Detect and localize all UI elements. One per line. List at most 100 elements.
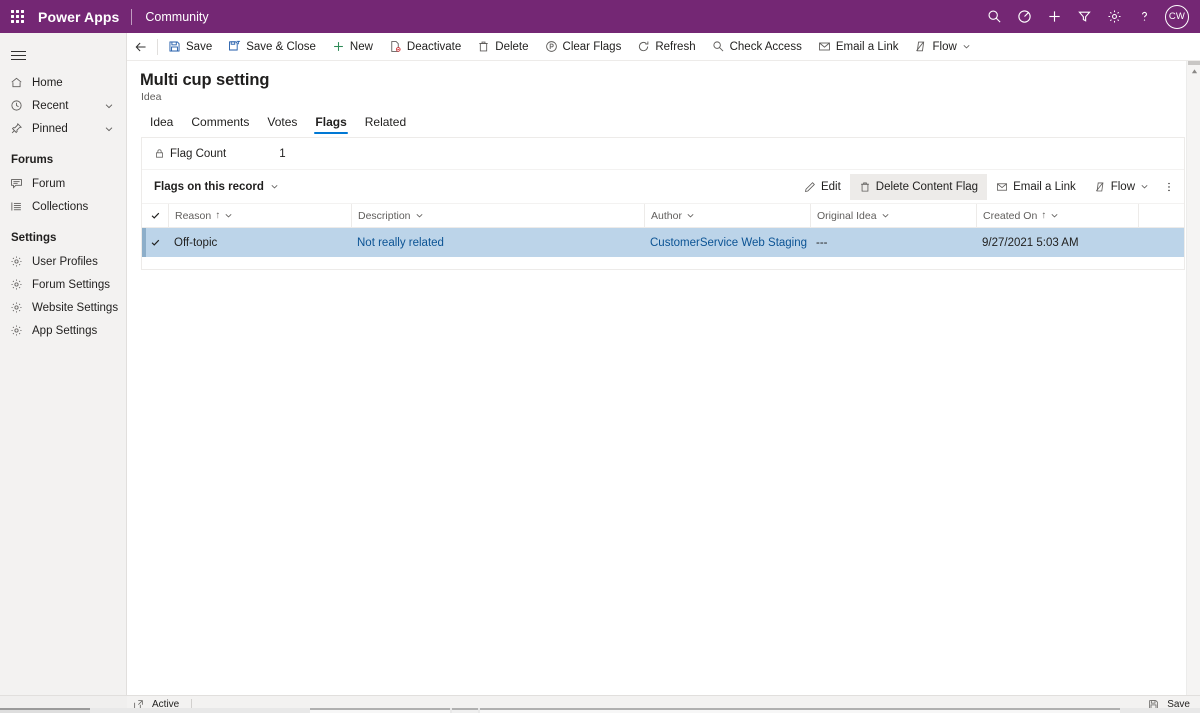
save-and-close-button[interactable]: Save & Close [220, 33, 324, 61]
chevron-down-icon[interactable] [415, 211, 424, 220]
scroll-up-arrow-icon[interactable] [1187, 65, 1200, 77]
sidebar-item-forum[interactable]: Forum [0, 172, 126, 195]
overflow-menu-icon[interactable] [1158, 174, 1180, 200]
sidebar-item-collections[interactable]: Collections [0, 195, 126, 218]
sidebar-item-label: Recent [32, 99, 69, 112]
tab-related[interactable]: Related [356, 115, 415, 135]
filter-icon[interactable] [1069, 0, 1099, 33]
cell-description[interactable]: Not really related [351, 228, 644, 257]
column-header-author[interactable]: Author [644, 203, 810, 228]
column-header-description[interactable]: Description [351, 203, 644, 228]
os-taskbar-item[interactable] [452, 708, 478, 713]
sidebar-item-label: Forum [32, 177, 66, 190]
chevron-down-icon[interactable] [1140, 182, 1149, 191]
check-access-button[interactable]: Check Access [704, 33, 810, 61]
delete-label: Delete [495, 40, 529, 53]
chevron-down-icon[interactable] [881, 211, 890, 220]
chevron-down-icon[interactable] [962, 42, 971, 51]
sidebar-item-app-settings[interactable]: App Settings [0, 319, 126, 342]
home-icon [10, 76, 27, 89]
os-taskbar-item[interactable] [480, 708, 1120, 713]
column-header-original-idea[interactable]: Original Idea [810, 203, 976, 228]
save-close-icon [228, 40, 241, 53]
chevron-down-icon[interactable] [686, 211, 695, 220]
scrollbar-thumb[interactable] [1188, 61, 1200, 65]
sidebar-item-website-settings[interactable]: Website Settings [0, 296, 126, 319]
chevron-down-icon[interactable] [104, 124, 114, 134]
tab-flags[interactable]: Flags [306, 115, 355, 135]
subgrid-email-a-link-button[interactable]: Email a Link [987, 174, 1085, 200]
sidebar-item-forum-settings[interactable]: Forum Settings [0, 273, 126, 296]
app-name[interactable]: Community [132, 10, 208, 24]
sidebar-item-user-profiles[interactable]: User Profiles [0, 250, 126, 273]
sidebar-item-label: Home [32, 76, 63, 89]
gear-icon[interactable] [1099, 0, 1129, 33]
subgrid-command-bar: Edit Delete Content Flag Email a Link Fl… [795, 173, 1184, 200]
cell-author[interactable]: CustomerService Web Staging [644, 228, 810, 257]
help-icon[interactable] [1129, 0, 1159, 33]
chevron-down-icon[interactable] [224, 211, 233, 220]
clear-flags-button[interactable]: Clear Flags [537, 33, 630, 61]
column-header-label: Author [651, 209, 682, 222]
vertical-scrollbar[interactable] [1186, 61, 1200, 695]
subgrid-email-a-link-label: Email a Link [1013, 180, 1076, 193]
plus-icon [332, 40, 345, 53]
sidebar-item-label: Pinned [32, 122, 68, 135]
sidebar: Home Recent Pinned Forums Forum Collecti… [0, 33, 127, 695]
chevron-down-icon[interactable] [1050, 211, 1059, 220]
table-row[interactable]: Off-topic Not really related CustomerSer… [142, 228, 1184, 257]
save-icon [168, 40, 181, 53]
email-link-icon [818, 40, 831, 53]
email-a-link-button[interactable]: Email a Link [810, 33, 907, 61]
tab-idea[interactable]: Idea [141, 115, 182, 135]
command-divider [157, 38, 158, 55]
avatar[interactable]: CW [1165, 4, 1189, 29]
page-subtitle: Idea [141, 91, 162, 103]
select-all-checkbox[interactable] [142, 210, 168, 221]
subgrid-title-label: Flags on this record [154, 180, 264, 193]
save-label: Save [186, 40, 213, 53]
app-launcher-button[interactable] [0, 0, 34, 33]
flow-button[interactable]: Flow [906, 33, 978, 61]
target-icon[interactable] [1009, 0, 1039, 33]
deactivate-icon [389, 40, 402, 53]
sidebar-group-forums: Forums [11, 154, 54, 166]
refresh-button[interactable]: Refresh [629, 33, 703, 61]
chevron-down-icon[interactable] [270, 182, 279, 191]
column-header-reason[interactable]: Reason ↑ [168, 203, 351, 228]
edit-icon [804, 181, 816, 193]
sidebar-item-label: Collections [32, 200, 89, 213]
sidebar-item-home[interactable]: Home [0, 71, 126, 94]
subgrid-flow-button[interactable]: Flow [1085, 174, 1158, 200]
subgrid-view-selector[interactable]: Flags on this record [154, 181, 279, 193]
delete-content-flag-button[interactable]: Delete Content Flag [849, 173, 988, 200]
tab-votes[interactable]: Votes [258, 115, 306, 135]
sidebar-item-label: User Profiles [32, 255, 98, 268]
back-button[interactable] [127, 33, 155, 61]
flag-count-value: 1 [279, 147, 286, 160]
save-button[interactable]: Save [160, 33, 220, 61]
sort-ascending-icon: ↑ [1041, 210, 1047, 221]
gear-icon [10, 255, 27, 268]
sidebar-item-recent[interactable]: Recent [0, 94, 126, 117]
brand-title[interactable]: Power Apps [34, 9, 131, 25]
tab-comments[interactable]: Comments [182, 115, 258, 135]
new-button[interactable]: New [324, 33, 381, 61]
chevron-down-icon[interactable] [104, 101, 114, 111]
hamburger-icon [11, 50, 26, 60]
plus-icon[interactable] [1039, 0, 1069, 33]
delete-button[interactable]: Delete [469, 33, 536, 61]
cell-reason[interactable]: Off-topic [168, 228, 351, 257]
os-taskbar-item[interactable] [0, 708, 90, 713]
edit-button[interactable]: Edit [795, 174, 850, 200]
search-icon[interactable] [979, 0, 1009, 33]
flag-count-label: Flag Count [170, 147, 227, 160]
gear-icon [10, 278, 27, 291]
sidebar-item-pinned[interactable]: Pinned [0, 117, 126, 140]
deactivate-label: Deactivate [406, 40, 462, 53]
os-taskbar-item[interactable] [310, 708, 450, 713]
column-header-created-on[interactable]: Created On ↑ [976, 203, 1138, 228]
sidebar-collapse-button[interactable] [0, 39, 40, 71]
deactivate-button[interactable]: Deactivate [381, 33, 469, 61]
sidebar-item-label: App Settings [32, 324, 98, 337]
